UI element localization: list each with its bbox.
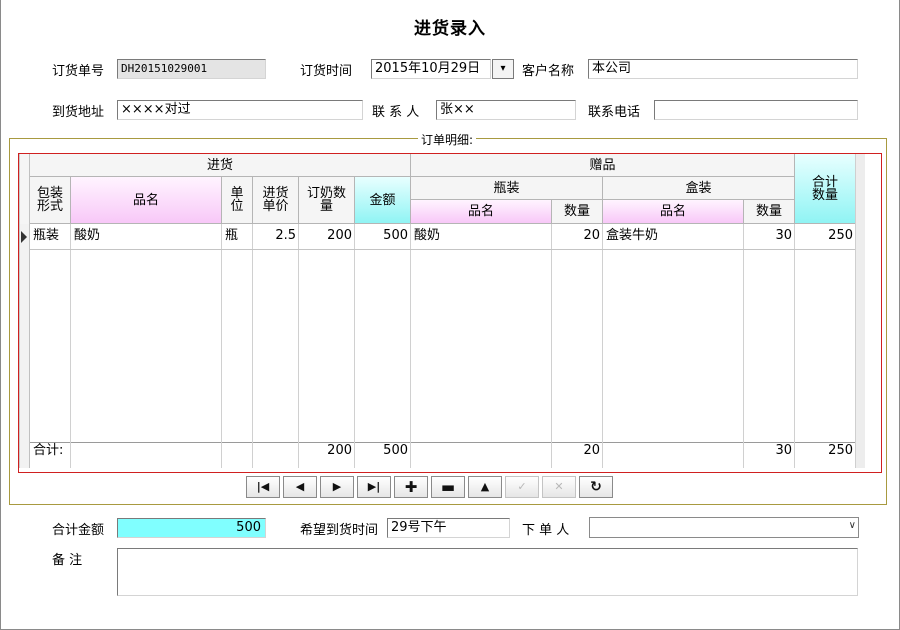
order-detail-grid[interactable]: 进货 赠品 合计数量 瓶装 盒装 包装形式 品名 单位 进货单价 订奶数量 金额…	[19, 154, 856, 468]
totals-bottle-qty: 20	[583, 443, 600, 458]
address-field[interactable]: ××××对过	[117, 100, 363, 120]
total-amount-field[interactable]: 500	[117, 518, 266, 538]
orderer-label: 下 单 人	[522, 523, 570, 538]
row-indicator[interactable]	[20, 224, 30, 250]
cell-pack[interactable]: 瓶装	[30, 224, 71, 248]
address-label: 到货地址	[52, 105, 105, 120]
order-time-label: 订货时间	[300, 64, 353, 79]
remark-label: 备 注	[52, 553, 83, 568]
chevron-down-icon: ▾	[500, 63, 506, 74]
cell-name[interactable]: 酸奶	[71, 224, 222, 248]
check-icon: ✓	[517, 480, 527, 493]
grid-line	[252, 442, 253, 468]
grid-corner	[20, 154, 30, 224]
post-record-button[interactable]: ✓	[505, 476, 539, 498]
row-indicator-blank	[20, 250, 30, 468]
prev-record-button[interactable]: ◀	[283, 476, 317, 498]
order-no-field[interactable]: DH20151029001	[117, 59, 266, 79]
prev-icon: ◀	[295, 480, 305, 493]
col-pack[interactable]: 包装形式	[30, 177, 71, 224]
header-gift: 赠品	[411, 154, 795, 177]
expected-time-field[interactable]: 29号下午	[387, 518, 510, 538]
grid-line	[602, 224, 603, 468]
plus-icon: ✚	[404, 478, 418, 496]
grid-line	[410, 224, 411, 468]
order-detail-caption: 订单明细:	[418, 131, 477, 148]
first-icon: |◀	[256, 480, 270, 493]
grid-line	[221, 224, 222, 468]
cell-bottle-name[interactable]: 酸奶	[411, 224, 552, 248]
date-picker-button[interactable]: ▾	[492, 59, 514, 79]
order-time-value: 2015年10月29日	[375, 61, 481, 76]
grid-line	[794, 224, 795, 468]
cancel-icon: ✕	[554, 480, 564, 493]
refresh-icon: ↻	[590, 479, 602, 495]
col-box-qty[interactable]: 数量	[744, 200, 795, 224]
col-name[interactable]: 品名	[71, 177, 222, 224]
cell-total-qty[interactable]: 250	[795, 224, 856, 248]
header-purchase: 进货	[30, 154, 411, 177]
grid-line	[743, 224, 744, 468]
phone-label: 联系电话	[588, 105, 641, 120]
expected-time-label: 希望到货时间	[300, 523, 379, 538]
last-record-button[interactable]: ▶|	[357, 476, 391, 498]
grid-line	[70, 224, 71, 468]
refresh-button[interactable]: ↻	[579, 476, 613, 498]
page-title: 进货录入	[414, 19, 486, 39]
col-box-name[interactable]: 品名	[603, 200, 744, 224]
header-box: 盒装	[603, 177, 795, 200]
customer-label: 客户名称	[522, 64, 575, 79]
grid-line	[551, 224, 552, 468]
totals-total-qty: 250	[828, 443, 853, 458]
order-no-label: 订货单号	[52, 64, 105, 79]
phone-field[interactable]	[654, 100, 858, 120]
col-unit[interactable]: 单位	[222, 177, 253, 224]
next-icon: ▶	[332, 480, 342, 493]
insert-record-button[interactable]: ✚	[394, 476, 428, 498]
cell-order-qty[interactable]: 200	[299, 224, 355, 248]
contact-label: 联 系 人	[372, 105, 420, 120]
totals-box-qty: 30	[775, 443, 792, 458]
customer-field[interactable]: 本公司	[588, 59, 858, 79]
remark-field[interactable]	[117, 548, 858, 596]
col-order-qty[interactable]: 订奶数量	[299, 177, 355, 224]
minus-icon: ▬	[440, 478, 456, 496]
contact-field[interactable]: 张××	[436, 100, 576, 120]
footer-divider	[30, 442, 856, 443]
delete-record-button[interactable]: ▬	[431, 476, 465, 498]
row-divider	[30, 249, 856, 250]
grid-line	[252, 224, 253, 468]
orderer-select[interactable]: ∨	[589, 517, 859, 538]
chevron-down-icon: ∨	[848, 520, 856, 531]
col-unit-price[interactable]: 进货单价	[253, 177, 299, 224]
col-amount[interactable]: 金额	[355, 177, 411, 224]
cell-bottle-qty[interactable]: 20	[552, 224, 603, 248]
edit-record-button[interactable]: ▲	[468, 476, 502, 498]
col-bottle-name[interactable]: 品名	[411, 200, 552, 224]
total-amount-label: 合计金额	[52, 523, 105, 538]
first-record-button[interactable]: |◀	[246, 476, 280, 498]
grid-line	[221, 442, 222, 468]
totals-order-qty: 200	[327, 443, 352, 458]
grid-line	[354, 224, 355, 468]
header-total-qty[interactable]: 合计数量	[795, 154, 856, 224]
order-time-field[interactable]: 2015年10月29日	[371, 59, 491, 79]
cell-box-qty[interactable]: 30	[744, 224, 795, 248]
col-bottle-qty[interactable]: 数量	[552, 200, 603, 224]
up-icon: ▲	[480, 480, 490, 493]
totals-label: 合计:	[33, 443, 64, 458]
totals-amount: 500	[383, 443, 408, 458]
current-row-icon	[21, 231, 27, 243]
cell-box-name[interactable]: 盒装牛奶	[603, 224, 744, 248]
last-icon: ▶|	[367, 480, 381, 493]
cancel-edit-button[interactable]: ✕	[542, 476, 576, 498]
next-record-button[interactable]: ▶	[320, 476, 354, 498]
header-bottle: 瓶装	[411, 177, 603, 200]
cell-amount[interactable]: 500	[355, 224, 411, 248]
cell-unit[interactable]: 瓶	[222, 224, 253, 248]
cell-unit-price[interactable]: 2.5	[253, 224, 299, 248]
grid-scrollbar[interactable]	[855, 154, 865, 468]
grid-line	[298, 224, 299, 468]
